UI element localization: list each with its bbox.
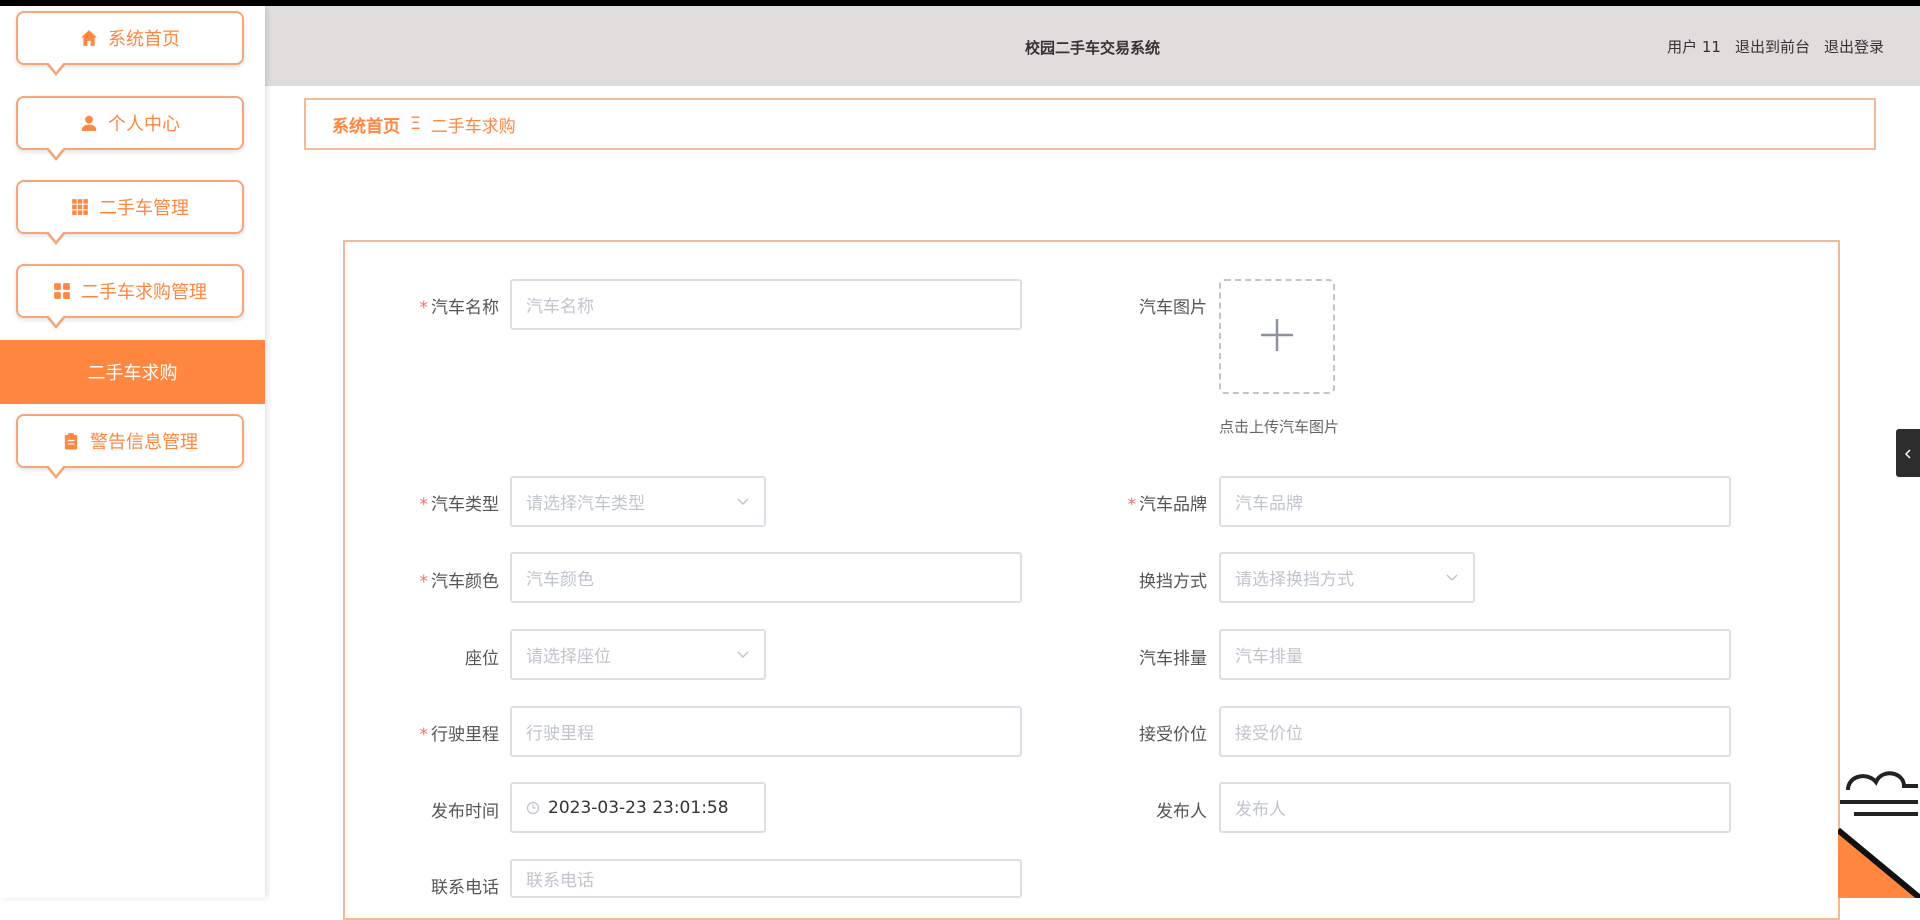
bubble-tail [46, 315, 66, 329]
header-actions: 用户 11 退出到前台 退出登录 [1667, 36, 1884, 57]
user-icon [80, 114, 98, 132]
sidebar-item-personal[interactable]: 个人中心 [16, 96, 244, 161]
car-name-label: * 汽车名称 [419, 298, 500, 318]
chevron-left-icon [1903, 444, 1913, 463]
sidebar-item-car-manage[interactable]: 二手车管理 [16, 180, 244, 245]
mileage-input[interactable]: 行驶里程 [510, 706, 1022, 757]
sidebar-item-label: 警告信息管理 [90, 432, 198, 453]
chevron-down-icon [736, 646, 750, 660]
price-input[interactable]: 接受价位 [1219, 706, 1731, 757]
gearbox-label: 换挡方式 [1139, 572, 1207, 592]
sidebar-item-label: 二手车管理 [99, 198, 189, 219]
sidebar-item-label: 个人中心 [108, 114, 180, 135]
chevron-down-icon [1445, 569, 1459, 583]
breadcrumb: 系统首页 Ξ 二手车求购 [304, 98, 1876, 150]
sidebar-item-label: 系统首页 [108, 29, 180, 50]
clock-icon [526, 801, 540, 815]
upload-tip: 点击上传汽车图片 [1219, 418, 1340, 436]
car-type-label: * 汽车类型 [419, 495, 500, 515]
car-image-label: 汽车图片 [1139, 298, 1207, 318]
bubble-tail [46, 465, 66, 479]
publish-time-picker[interactable]: 2023-03-23 23:01:58 [510, 782, 766, 833]
publisher-label: 发布人 [1156, 802, 1207, 822]
image-upload-button[interactable] [1219, 279, 1335, 394]
submenu-item-car-purchase[interactable]: 二手车求购 [0, 340, 265, 404]
side-panel-toggle[interactable] [1896, 429, 1920, 477]
top-header: 校园二手车交易系统 用户 11 退出到前台 退出登录 [265, 6, 1920, 86]
car-brand-label: * 汽车品牌 [1127, 495, 1208, 515]
displacement-input[interactable]: 汽车排量 [1219, 629, 1731, 680]
apps-icon [53, 282, 71, 300]
car-brand-input[interactable]: 汽车品牌 [1219, 476, 1731, 527]
exit-to-front-link[interactable]: 退出到前台 [1735, 36, 1810, 57]
breadcrumb-current: 二手车求购 [430, 116, 516, 137]
publisher-input[interactable]: 发布人 [1219, 782, 1731, 833]
corner-decoration [1838, 771, 1920, 898]
seats-select[interactable]: 请选择座位 [510, 629, 766, 680]
chevron-down-icon [736, 493, 750, 507]
car-color-input[interactable]: 汽车颜色 [510, 552, 1022, 603]
phone-input[interactable]: 联系电话 [510, 859, 1022, 898]
breadcrumb-separator: Ξ [410, 114, 421, 134]
home-icon [80, 29, 98, 47]
sidebar-item-warning-manage[interactable]: 警告信息管理 [16, 414, 244, 479]
sidebar-item-label: 二手车求购管理 [81, 282, 207, 303]
submenu-item-label: 二手车求购 [87, 363, 178, 384]
mileage-label: * 行驶里程 [419, 725, 500, 745]
sidebar-item-purchase-manage[interactable]: 二手车求购管理 [16, 264, 244, 329]
username: 用户 11 [1667, 38, 1721, 56]
car-color-label: * 汽车颜色 [419, 572, 500, 592]
car-name-input[interactable]: 汽车名称 [510, 279, 1022, 330]
sidebar: 系统首页 个人中心 二手车管理 二手车求购管理 二手车求购 警告信息管理 [0, 6, 265, 898]
breadcrumb-home[interactable]: 系统首页 [332, 112, 400, 137]
bubble-tail [46, 62, 66, 76]
clipboard-icon [62, 432, 80, 450]
publish-time-label: 发布时间 [431, 802, 499, 822]
car-type-select[interactable]: 请选择汽车类型 [510, 476, 766, 527]
plus-icon [1257, 315, 1297, 359]
logout-link[interactable]: 退出登录 [1824, 36, 1884, 57]
seats-label: 座位 [465, 649, 499, 669]
bubble-tail [46, 147, 66, 161]
bubble-tail [46, 231, 66, 245]
displacement-label: 汽车排量 [1139, 649, 1207, 669]
grid-icon [71, 198, 89, 216]
sidebar-item-home[interactable]: 系统首页 [16, 11, 244, 76]
price-label: 接受价位 [1139, 725, 1207, 745]
phone-label: 联系电话 [431, 878, 499, 898]
gearbox-select[interactable]: 请选择换挡方式 [1219, 552, 1475, 603]
